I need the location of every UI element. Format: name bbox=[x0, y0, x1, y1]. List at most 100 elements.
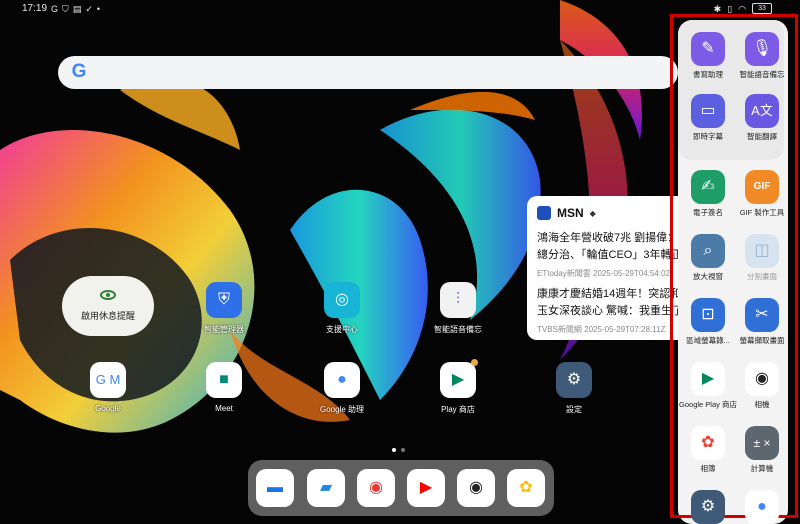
tool-label: 螢幕擷取畫面 bbox=[739, 336, 785, 345]
magnifier-icon: ⌕ bbox=[691, 234, 725, 268]
youtube-icon[interactable]: ▶ bbox=[407, 469, 445, 507]
status-left: 17:19 G ⛉ ▤ ✓ • bbox=[22, 3, 100, 14]
tool-e-signature[interactable]: ✍ 電子簽名 bbox=[678, 170, 738, 217]
dock: ▬ ▰ ◉ ▶ ◉ ✿ bbox=[248, 460, 554, 516]
clipboard-icon: ▤ bbox=[72, 3, 82, 14]
tool-label: 分割畫面 bbox=[747, 272, 777, 281]
tool-label: 相機 bbox=[754, 400, 770, 409]
tool-label: 智能翻譯 bbox=[747, 132, 777, 141]
tool-label: 相簿 bbox=[700, 464, 716, 473]
tool-magnifier-window[interactable]: ⌕ 放大視窗 bbox=[678, 234, 738, 281]
camera-icon[interactable]: ◉ bbox=[457, 469, 495, 507]
tool-label: 區域螢幕錄... bbox=[686, 336, 730, 345]
assistant-dots-icon: ● bbox=[324, 362, 360, 398]
app-label: Google bbox=[95, 404, 121, 413]
sort-icon[interactable]: ◆ bbox=[590, 209, 596, 218]
clock: 17:19 bbox=[22, 3, 48, 14]
wifi-icon: ◠ bbox=[738, 3, 746, 14]
app-support-center[interactable]: ◎ 支援中心 bbox=[302, 282, 382, 335]
news-headline[interactable]: 總分治、「輪值CEO」3年轉正 bbox=[537, 247, 687, 264]
app-play-store[interactable]: ▶ Play 商店 bbox=[418, 359, 498, 415]
app-google-assistant[interactable]: ● Google 助理 bbox=[302, 362, 382, 415]
app-label: 智能管理器 bbox=[204, 325, 244, 334]
app-voice-memo[interactable]: ⫶ 智能語音備忘 bbox=[418, 282, 498, 335]
app-label: 支援中心 bbox=[326, 325, 358, 334]
msn-header: MSN ◆ bbox=[537, 206, 596, 220]
translate-icon: A文 bbox=[745, 94, 779, 128]
files-icon[interactable]: ▰ bbox=[307, 469, 345, 507]
tool-calculator[interactable]: ± × 計算機 bbox=[732, 426, 792, 473]
gif-icon: GIF bbox=[745, 170, 779, 204]
page-dot bbox=[392, 448, 396, 452]
messages-icon[interactable]: ▬ bbox=[256, 469, 294, 507]
tool-smart-translate[interactable]: A文 智能翻譯 bbox=[732, 94, 792, 141]
pinwheel-icon: ✿ bbox=[691, 426, 725, 460]
notification-dot bbox=[471, 359, 478, 366]
bluetooth-icon: ✱ bbox=[713, 3, 722, 14]
news-headline[interactable]: 玉女深夜談心 驚喊：我重生了 bbox=[537, 303, 687, 320]
photos-icon[interactable]: ✿ bbox=[507, 469, 545, 507]
play-triangle-icon: ▶ bbox=[691, 362, 725, 396]
app-smart-manager[interactable]: ⛨ 智能管理器 bbox=[184, 282, 264, 335]
msn-title: MSN bbox=[557, 206, 584, 220]
tool-label: 計算機 bbox=[750, 464, 774, 473]
app-settings[interactable]: ⚙ 設定 bbox=[534, 362, 614, 415]
app-meet[interactable]: ■ Meet bbox=[184, 362, 264, 413]
tool-label: 即時字幕 bbox=[693, 132, 723, 141]
gear-icon: ⚙ bbox=[556, 362, 592, 398]
app-label: Meet bbox=[215, 404, 233, 413]
scissors-icon: ✂ bbox=[745, 298, 779, 332]
microphone-icon: 🎙 bbox=[745, 32, 779, 66]
break-reminder-label: 啟用休息提醒 bbox=[80, 311, 135, 321]
dot-icon: • bbox=[96, 3, 101, 14]
tool-label: Google Play 商店 bbox=[679, 400, 737, 409]
camera-lens-icon: ◉ bbox=[745, 362, 779, 396]
page-dot bbox=[401, 448, 405, 452]
check-icon: ✓ bbox=[85, 3, 93, 14]
app-label: 設定 bbox=[566, 405, 582, 414]
tool-voice-memo[interactable]: 🎙 智能語音備忘 bbox=[732, 32, 792, 79]
split-screen-icon: ◫ bbox=[745, 234, 779, 268]
tool-partial-assistant[interactable]: ● bbox=[732, 490, 792, 524]
status-right: ✱ ▯ ◠ 33 bbox=[714, 3, 772, 14]
tool-live-caption[interactable]: ▭ 即時字幕 bbox=[678, 94, 738, 141]
tool-screenshot[interactable]: ✂ 螢幕擷取畫面 bbox=[732, 298, 792, 345]
tool-writing-assistant[interactable]: ✎ 書寫助理 bbox=[678, 32, 738, 79]
tool-camera[interactable]: ◉ 相機 bbox=[732, 362, 792, 409]
magic-pen-icon: ✎ bbox=[691, 32, 725, 66]
calculator-icon: ± × bbox=[745, 426, 779, 460]
break-reminder-widget[interactable]: 啟用休息提醒 bbox=[62, 276, 154, 336]
tool-label: 放大視窗 bbox=[693, 272, 723, 281]
gear-icon: ⚙ bbox=[691, 490, 725, 524]
tool-area-screen-record[interactable]: ⊡ 區域螢幕錄... bbox=[678, 298, 738, 345]
waveform-icon: ⫶ bbox=[440, 282, 476, 318]
tool-split-screen[interactable]: ◫ 分割畫面 bbox=[732, 234, 792, 281]
meet-camera-icon: ■ bbox=[206, 362, 242, 398]
screen-record-icon: ⊡ bbox=[691, 298, 725, 332]
tool-label: 電子簽名 bbox=[693, 208, 723, 217]
tool-label: 智能語音備忘 bbox=[739, 70, 785, 79]
app-label: Play 商店 bbox=[441, 405, 475, 414]
news-source: TVBS新聞網 2025-05-29T07:28:11Z bbox=[537, 325, 666, 334]
shield-icon: ⛉ bbox=[62, 3, 69, 14]
news-headline[interactable]: 鴻海全年營收破7兆 劉揚偉：董 bbox=[537, 230, 687, 247]
battery-icon: 33 bbox=[752, 3, 772, 14]
assistant-dots-icon: ● bbox=[745, 490, 779, 524]
tool-partial-settings[interactable]: ⚙ bbox=[678, 490, 738, 524]
chrome-icon[interactable]: ◉ bbox=[357, 469, 395, 507]
google-logo-icon: G bbox=[71, 61, 87, 82]
signature-pen-icon: ✍ bbox=[691, 170, 725, 204]
news-headline[interactable]: 康康才慶結婚14週年！突認和 bbox=[537, 286, 687, 303]
news-source: ETtoday新聞雲 2025-05-29T04:54:02 bbox=[537, 269, 670, 278]
tool-gif-maker[interactable]: GIF GIF 製作工具 bbox=[732, 170, 792, 217]
tool-play-store[interactable]: ▶ Google Play 商店 bbox=[678, 362, 738, 409]
app-google[interactable]: G M Google bbox=[68, 362, 148, 413]
app-label: 智能語音備忘 bbox=[434, 325, 482, 334]
tool-photos[interactable]: ✿ 相簿 bbox=[678, 426, 738, 473]
google-search-bar[interactable]: G bbox=[58, 56, 678, 89]
caption-icon: ▭ bbox=[691, 94, 725, 128]
msn-widget[interactable]: MSN ◆ 鴻海全年營收破7兆 劉揚偉：董 總分治、「輪值CEO」3年轉正 ET… bbox=[527, 196, 687, 340]
tool-label: 書寫助理 bbox=[693, 70, 723, 79]
eye-icon bbox=[100, 290, 116, 300]
shield-check-icon: ⛨ bbox=[206, 282, 242, 318]
